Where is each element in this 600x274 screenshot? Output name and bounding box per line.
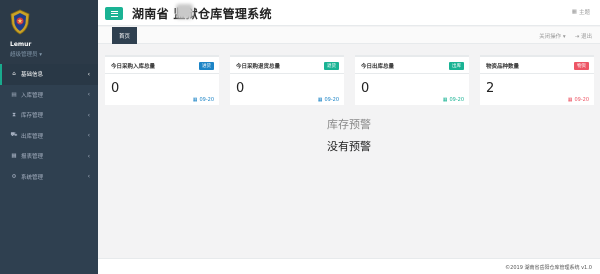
chevron-left-icon: ‹: [87, 152, 90, 160]
card-badge: 进货: [199, 62, 214, 70]
card-date-label: 09-20: [574, 97, 589, 103]
hourglass-icon: ⧗: [12, 111, 16, 118]
card-date: ▦ 09-20: [443, 97, 464, 103]
theme-button[interactable]: ▦ 主题: [572, 8, 590, 16]
stock-warning-title: 库存预警: [327, 118, 371, 131]
sidebar-item-label: 库存管理: [21, 113, 44, 120]
stat-card: 今日采购退货总量 退货 0 ▦ 09-20: [230, 55, 344, 105]
card-header: 物资品种数量 物资: [480, 57, 594, 74]
user-name: Lemur: [10, 41, 32, 48]
card-badge: 出库: [449, 62, 464, 70]
footer-copyright: ©2019 湖南省岳阳仓库管理系统 v1.0: [505, 265, 592, 271]
calendar-icon: ▦: [567, 97, 573, 103]
card-value: 0: [361, 81, 370, 96]
sidebar: Lemur 超级管理员 ▾ ⌂ 基础信息 ‹ ▤ 入库管理 ‹ ⧗ 库存管理 ‹ ⛟ 出库管理 ‹ ▦ 报…: [0, 0, 98, 274]
calendar-icon: ▦: [317, 97, 323, 103]
card-date-label: 09-20: [449, 97, 464, 103]
truck-icon: ⛟: [10, 132, 18, 139]
sidebar-menu: ⌂ 基础信息 ‹ ▤ 入库管理 ‹ ⧗ 库存管理 ‹ ⛟ 出库管理 ‹ ▦ 报表管理 ‹ ⚙ 系统管理 ‹: [0, 64, 98, 187]
card-date: ▦ 09-20: [193, 97, 214, 103]
sidebar-item-label: 报表管理: [21, 154, 44, 161]
tab-home[interactable]: 首页: [112, 27, 137, 44]
redacted-text-blur: [176, 4, 193, 19]
sidebar-item-1[interactable]: ▤ 入库管理 ‹: [0, 85, 98, 106]
card-badge: 物资: [574, 62, 589, 70]
sidebar-item-2[interactable]: ⧗ 库存管理 ‹: [0, 105, 98, 126]
page-tabs-bar: 首页 关闭操作 ▾ ⇥ 退出: [98, 27, 600, 44]
card-value: 0: [111, 81, 120, 96]
card-badge: 退货: [324, 62, 339, 70]
inbox-icon: ▤: [11, 91, 17, 98]
sidebar-item-3[interactable]: ⛟ 出库管理 ‹: [0, 126, 98, 147]
card-title: 今日采购入库总量: [111, 64, 156, 70]
card-date: ▦ 09-20: [318, 97, 339, 103]
stat-card: 今日出库总量 出库 0 ▦ 09-20: [355, 55, 469, 105]
home-icon: ⌂: [12, 71, 16, 78]
sidebar-item-5[interactable]: ⚙ 系统管理 ‹: [0, 167, 98, 188]
stat-card: 今日采购入库总量 进货 0 ▦ 09-20: [105, 55, 219, 105]
card-date-label: 09-20: [324, 97, 339, 103]
card-title: 今日采购退货总量: [236, 64, 281, 70]
card-header: 今日采购退货总量 退货: [230, 57, 344, 74]
footer: ©2019 湖南省岳阳仓库管理系统 v1.0: [98, 258, 600, 274]
menu-toggle-button[interactable]: [105, 7, 123, 20]
chevron-left-icon: ‹: [87, 132, 90, 140]
card-title: 物资品种数量: [486, 64, 520, 70]
sidebar-item-4[interactable]: ▦ 报表管理 ‹: [0, 146, 98, 167]
chevron-left-icon: ‹: [87, 91, 90, 99]
theme-label: 主题: [578, 10, 590, 16]
chevron-left-icon: ‹: [87, 111, 90, 119]
police-badge-logo: [10, 9, 30, 35]
logout-label: 退出: [580, 34, 592, 40]
tab-actions: 关闭操作 ▾ ⇥ 退出: [539, 32, 592, 40]
calendar-icon: ▦: [442, 97, 448, 103]
sidebar-item-label: 基础信息: [21, 72, 44, 79]
card-title: 今日出库总量: [361, 64, 395, 70]
user-role-dropdown[interactable]: 超级管理员 ▾: [10, 50, 42, 58]
card-date: ▦ 09-20: [568, 97, 589, 103]
sidebar-item-label: 系统管理: [21, 174, 44, 181]
top-navbar: 湖南省 监狱仓库管理系统 ▦ 主题: [98, 0, 600, 26]
close-operations-dropdown[interactable]: 关闭操作 ▾: [539, 32, 566, 40]
calendar-icon: ▦: [192, 97, 198, 103]
sidebar-item-0[interactable]: ⌂ 基础信息 ‹: [0, 64, 98, 85]
chevron-left-icon: ‹: [87, 173, 90, 181]
theme-icon: ▦: [571, 9, 577, 15]
logout-icon: ⇥: [574, 34, 580, 40]
stock-warning-empty-message: 没有预警: [327, 140, 371, 153]
card-header: 今日出库总量 出库: [355, 57, 469, 74]
card-value: 0: [236, 81, 245, 96]
report-icon: ▦: [11, 153, 17, 160]
sidebar-item-label: 出库管理: [21, 133, 44, 140]
gear-icon: ⚙: [11, 173, 17, 180]
card-date-label: 09-20: [199, 97, 214, 103]
chevron-left-icon: ‹: [87, 70, 90, 78]
profile-panel: Lemur 超级管理员 ▾: [0, 0, 98, 64]
sidebar-item-label: 入库管理: [21, 92, 44, 99]
system-title: 湖南省 监狱仓库管理系统: [132, 7, 272, 21]
card-value: 2: [486, 81, 495, 96]
stat-card: 物资品种数量 物资 2 ▦ 09-20: [480, 55, 594, 105]
logout-link[interactable]: ⇥ 退出: [575, 32, 592, 40]
card-header: 今日采购入库总量 进货: [105, 57, 219, 74]
